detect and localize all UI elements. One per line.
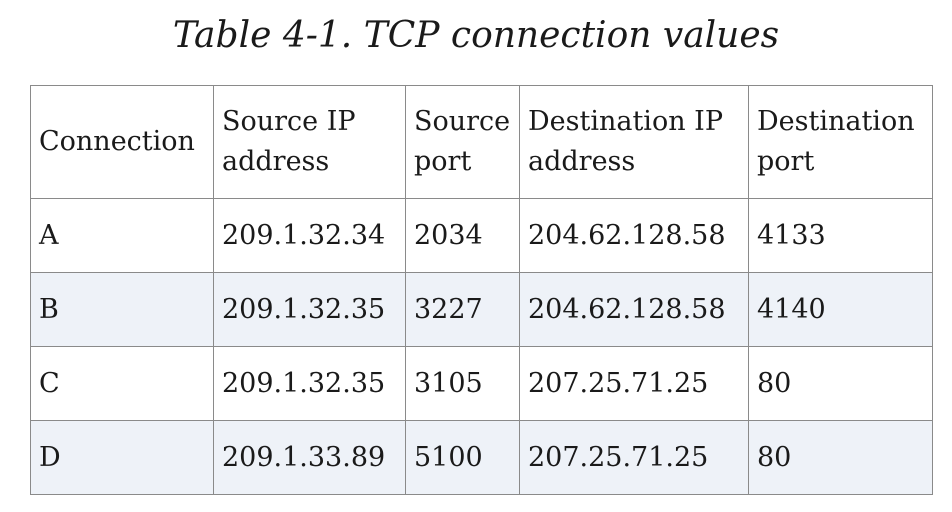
- cell-source-ip: 209.1.32.34: [213, 198, 406, 273]
- cell-destination-port: 4133: [748, 198, 933, 273]
- header-source-port-line2: port: [414, 146, 472, 177]
- tcp-connection-table: Connection Source IP address Source port…: [30, 85, 933, 495]
- cell-destination-port: 4140: [748, 272, 933, 347]
- cell-connection: D: [30, 420, 214, 495]
- table-row: D 209.1.33.89 5100 207.25.71.25 80: [30, 420, 933, 495]
- header-connection-line1: Connection: [39, 126, 195, 157]
- table-row: B 209.1.32.35 3227 204.62.128.58 4140: [30, 272, 933, 347]
- cell-destination-port: 80: [748, 346, 933, 421]
- header-source-port-line1: Source: [414, 106, 511, 137]
- header-source-port: Source port: [405, 85, 520, 199]
- cell-destination-ip: 207.25.71.25: [519, 420, 749, 495]
- cell-destination-port: 80: [748, 420, 933, 495]
- table-header-row: Connection Source IP address Source port…: [30, 85, 933, 199]
- header-destination-ip-line2: address: [528, 146, 636, 177]
- header-destination-port-line2: port: [757, 146, 815, 177]
- table-row: A 209.1.32.34 2034 204.62.128.58 4133: [30, 198, 933, 273]
- cell-destination-ip: 204.62.128.58: [519, 272, 749, 347]
- header-source-ip-line1: Source IP: [222, 106, 356, 137]
- cell-destination-ip: 207.25.71.25: [519, 346, 749, 421]
- cell-source-port: 5100: [405, 420, 520, 495]
- header-destination-port-line1: Destination: [757, 106, 915, 137]
- cell-connection: C: [30, 346, 214, 421]
- header-destination-port: Destination port: [748, 85, 933, 199]
- cell-connection: A: [30, 198, 214, 273]
- header-destination-ip-line1: Destination IP: [528, 106, 723, 137]
- cell-source-ip: 209.1.32.35: [213, 346, 406, 421]
- cell-source-ip: 209.1.33.89: [213, 420, 406, 495]
- cell-source-port: 3105: [405, 346, 520, 421]
- header-connection: Connection: [30, 85, 214, 199]
- cell-connection: B: [30, 272, 214, 347]
- header-source-ip-address: Source IP address: [213, 85, 406, 199]
- table-row: C 209.1.32.35 3105 207.25.71.25 80: [30, 346, 933, 421]
- cell-source-port: 2034: [405, 198, 520, 273]
- cell-source-ip: 209.1.32.35: [213, 272, 406, 347]
- header-destination-ip-address: Destination IP address: [519, 85, 749, 199]
- header-source-ip-line2: address: [222, 146, 330, 177]
- table-caption: Table 4-1. TCP connection values: [172, 15, 780, 56]
- cell-destination-ip: 204.62.128.58: [519, 198, 749, 273]
- cell-source-port: 3227: [405, 272, 520, 347]
